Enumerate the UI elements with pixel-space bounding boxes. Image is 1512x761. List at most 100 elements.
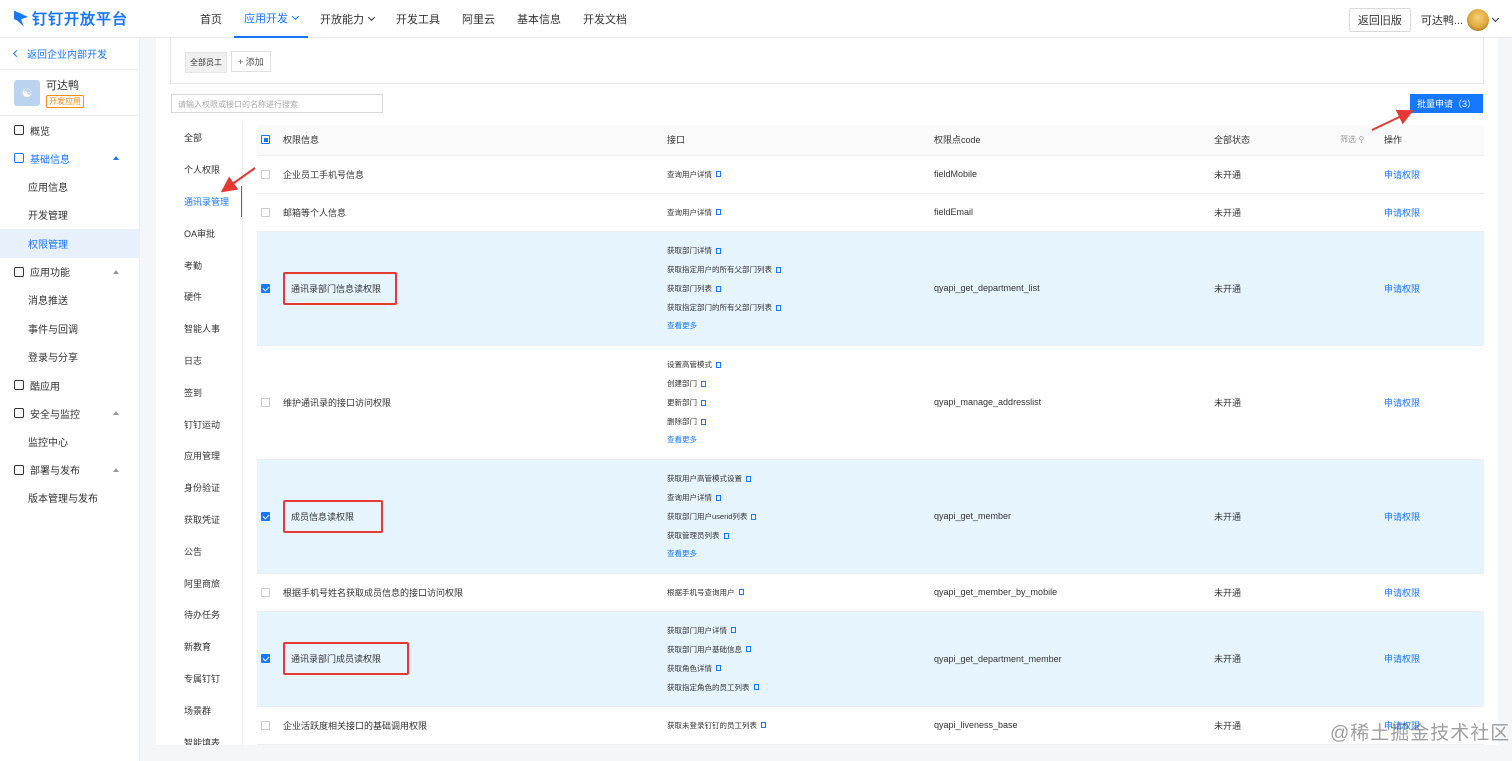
- api-item[interactable]: 查询用户详情: [667, 203, 934, 222]
- document-icon[interactable]: [746, 475, 751, 482]
- apply-permission-link[interactable]: 申请权限: [1384, 170, 1420, 180]
- document-icon[interactable]: [716, 171, 721, 177]
- api-item[interactable]: 获取角色详情: [667, 659, 934, 678]
- category-item[interactable]: 智能填表: [170, 726, 243, 745]
- view-more-link[interactable]: 查看更多: [667, 317, 934, 335]
- api-name[interactable]: 查询用户详情: [667, 165, 712, 184]
- api-item[interactable]: 查询用户详情: [667, 488, 934, 507]
- category-item[interactable]: 阿里商旅: [170, 567, 243, 599]
- sidebar-group-1[interactable]: 基础信息: [0, 144, 139, 172]
- category-item[interactable]: 待办任务: [170, 599, 243, 631]
- nav-item-3[interactable]: 开发工具: [386, 0, 450, 38]
- sidebar-item-4[interactable]: 权限管理: [0, 229, 139, 258]
- sidebar-item-7[interactable]: 事件与回调: [0, 314, 139, 343]
- api-name[interactable]: 获取未登录钉钉的员工列表: [667, 716, 757, 735]
- category-item[interactable]: 日志: [170, 345, 243, 377]
- api-item[interactable]: 获取用户高管模式设置: [667, 469, 934, 488]
- document-icon[interactable]: [723, 532, 729, 539]
- api-item[interactable]: 获取指定角色的员工列表: [667, 678, 934, 697]
- sidebar-item-11[interactable]: 监控中心: [0, 427, 139, 456]
- nav-item-2[interactable]: 开放能力: [310, 0, 384, 38]
- apply-permission-link[interactable]: 申请权限: [1384, 208, 1420, 218]
- action-cell[interactable]: 申请权限: [1384, 155, 1484, 194]
- row-select-cell[interactable]: [257, 193, 283, 232]
- api-name[interactable]: 获取部门列表: [667, 279, 712, 298]
- api-item[interactable]: 创建部门: [667, 374, 934, 393]
- action-cell[interactable]: 申请权限: [1384, 345, 1484, 460]
- api-item[interactable]: 设置高管模式: [667, 355, 934, 374]
- avatar[interactable]: [1467, 9, 1489, 31]
- row-checkbox[interactable]: [261, 720, 270, 730]
- filter-cell[interactable]: 筛选 ⚲: [1340, 125, 1384, 156]
- category-item[interactable]: 考勤: [170, 249, 243, 281]
- category-item[interactable]: 全部: [170, 122, 243, 154]
- nav-item-6[interactable]: 开发文档: [573, 0, 637, 38]
- category-item[interactable]: 新教育: [170, 631, 243, 663]
- category-item[interactable]: 签到: [170, 376, 243, 408]
- sidebar-item-2[interactable]: 应用信息: [0, 172, 139, 201]
- api-item[interactable]: 获取部门用户userid列表: [667, 507, 934, 526]
- apply-permission-link[interactable]: 申请权限: [1384, 284, 1420, 294]
- document-icon[interactable]: [716, 209, 721, 215]
- api-name[interactable]: 获取角色详情: [667, 659, 712, 678]
- document-icon[interactable]: [701, 380, 706, 387]
- api-item[interactable]: 根据手机号查询用户: [667, 583, 934, 602]
- view-more-link[interactable]: 查看更多: [667, 431, 934, 449]
- sidebar-item-8[interactable]: 登录与分享: [0, 343, 139, 372]
- back-link[interactable]: 返回企业内部开发: [0, 38, 139, 70]
- category-item[interactable]: 获取凭证: [170, 504, 243, 536]
- document-icon[interactable]: [716, 361, 721, 368]
- category-item[interactable]: OA审批: [170, 217, 243, 249]
- user-name[interactable]: 可达鸭...: [1421, 12, 1463, 28]
- api-name[interactable]: 根据手机号查询用户: [667, 583, 735, 602]
- api-item[interactable]: 删除部门: [667, 412, 934, 431]
- document-icon[interactable]: [701, 399, 706, 406]
- row-checkbox[interactable]: [261, 587, 270, 597]
- document-icon[interactable]: [746, 646, 751, 652]
- select-all-cell[interactable]: [257, 125, 283, 156]
- select-all-checkbox[interactable]: [261, 135, 270, 145]
- category-item[interactable]: 钉钉运动: [170, 408, 243, 440]
- api-name[interactable]: 查询用户详情: [667, 488, 712, 507]
- document-icon[interactable]: [716, 494, 721, 501]
- sidebar-group-10[interactable]: 安全与监控: [0, 399, 139, 427]
- api-name[interactable]: 设置高管模式: [667, 355, 712, 374]
- sidebar-item-13[interactable]: 版本管理与发布: [0, 484, 139, 513]
- view-more-link[interactable]: 查看更多: [667, 545, 934, 563]
- row-checkbox[interactable]: [261, 397, 270, 407]
- document-icon[interactable]: [751, 513, 757, 520]
- sidebar-group-5[interactable]: 应用功能: [0, 258, 139, 286]
- batch-apply-button[interactable]: 批量申请（3）: [1410, 94, 1483, 113]
- apply-permission-link[interactable]: 申请权限: [1384, 654, 1420, 664]
- api-item[interactable]: 获取部门详情: [667, 241, 934, 260]
- category-item[interactable]: 应用管理: [170, 440, 243, 472]
- row-select-cell[interactable]: [257, 231, 283, 346]
- action-cell[interactable]: 申请权限: [1384, 611, 1484, 707]
- action-cell[interactable]: 申请权限: [1384, 231, 1484, 346]
- sidebar-item-3[interactable]: 开发管理: [0, 201, 139, 230]
- api-item[interactable]: 获取管理员列表: [667, 526, 934, 545]
- document-icon[interactable]: [716, 247, 721, 254]
- sidebar-item-6[interactable]: 消息推送: [0, 286, 139, 315]
- document-icon[interactable]: [738, 589, 744, 595]
- search-icon[interactable]: ⚲: [1359, 135, 1365, 144]
- api-item[interactable]: 获取部门列表: [667, 279, 934, 298]
- api-item[interactable]: 获取指定用户的所有父部门列表: [667, 260, 934, 279]
- row-checkbox[interactable]: [261, 169, 270, 179]
- api-name[interactable]: 获取部门用户userid列表: [667, 507, 747, 526]
- document-icon[interactable]: [761, 722, 766, 728]
- row-checkbox[interactable]: [261, 207, 270, 217]
- category-item[interactable]: 专属钉钉: [170, 663, 243, 695]
- chevron-down-icon[interactable]: [1491, 14, 1500, 23]
- api-name[interactable]: 获取部门用户基础信息: [667, 640, 742, 659]
- apply-permission-link[interactable]: 申请权限: [1384, 512, 1420, 522]
- document-icon[interactable]: [716, 285, 721, 292]
- api-name[interactable]: 更新部门: [667, 393, 697, 412]
- category-item[interactable]: 通讯录管理: [170, 185, 243, 218]
- document-icon[interactable]: [731, 627, 736, 633]
- document-icon[interactable]: [716, 665, 721, 671]
- sidebar-group-12[interactable]: 部署与发布: [0, 456, 139, 484]
- row-checkbox[interactable]: [261, 283, 270, 293]
- action-cell[interactable]: 申请权限: [1384, 193, 1484, 232]
- nav-item-1[interactable]: 应用开发: [234, 0, 308, 38]
